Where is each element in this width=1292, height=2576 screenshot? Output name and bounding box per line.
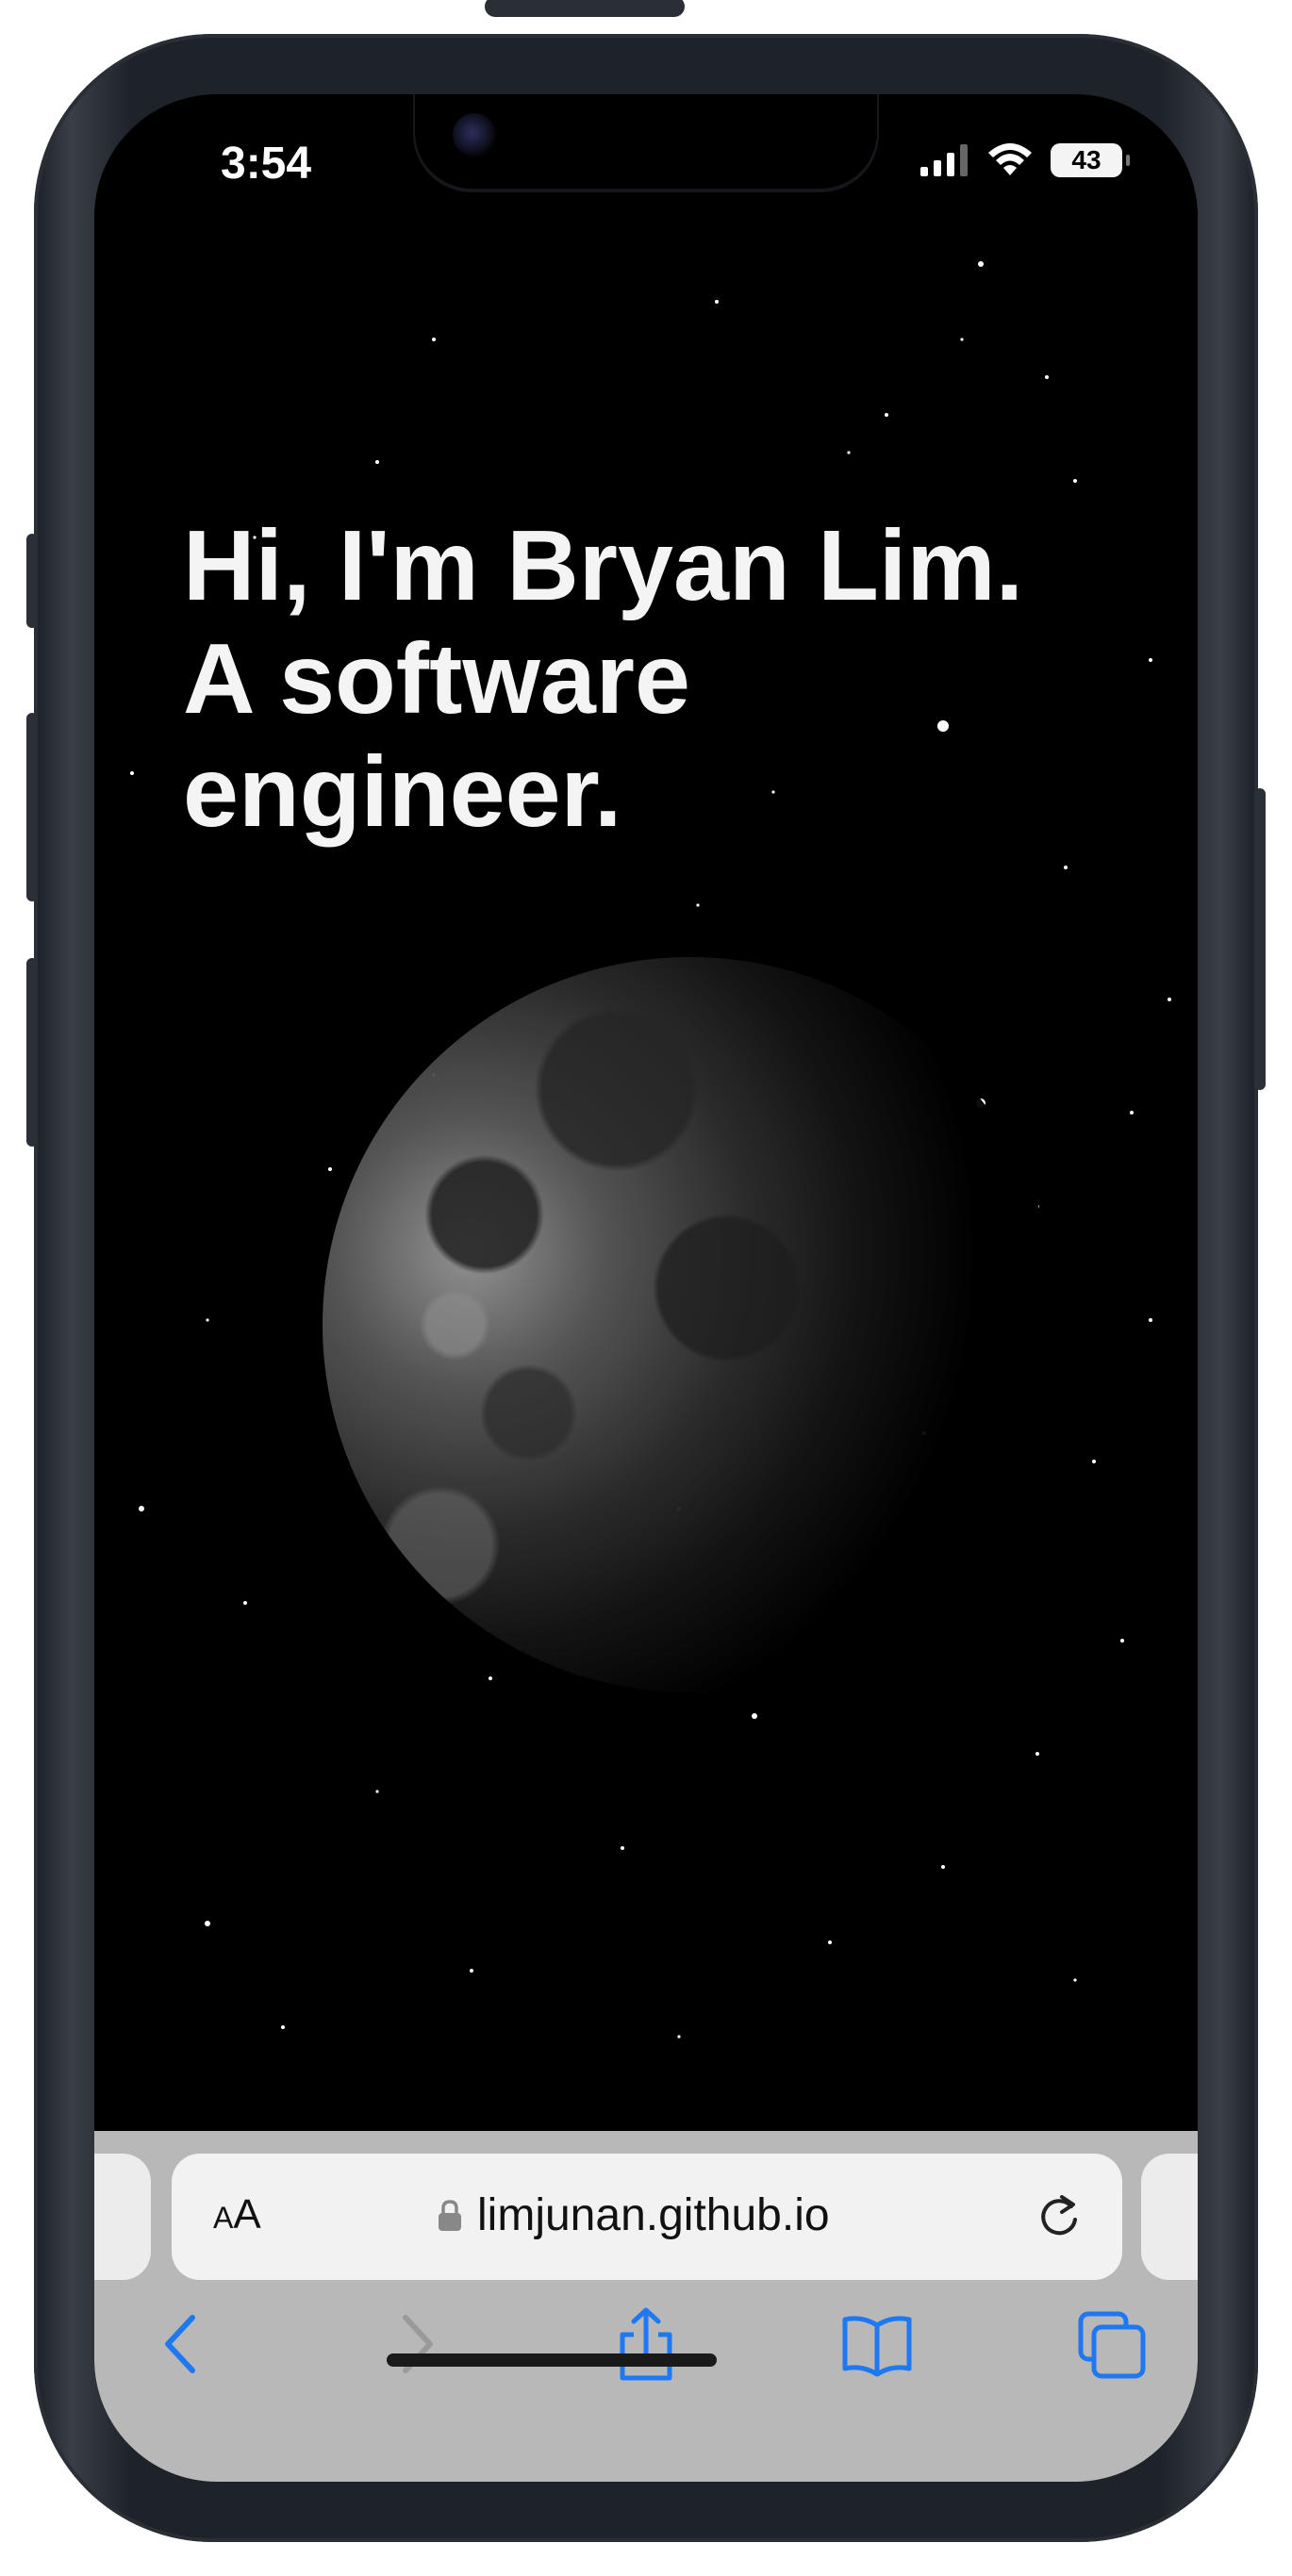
next-tab-card[interactable] bbox=[1141, 2154, 1198, 2280]
hero-line-1: Hi, I'm Bryan Lim. bbox=[183, 510, 1024, 621]
back-icon[interactable] bbox=[157, 2306, 204, 2382]
previous-tab-card[interactable] bbox=[94, 2154, 151, 2280]
bookmarks-icon[interactable] bbox=[839, 2306, 915, 2382]
hero-line-3: engineer. bbox=[183, 736, 622, 848]
moon-image bbox=[323, 957, 1058, 1693]
mute-switch bbox=[26, 534, 38, 628]
screen: 3:54 43 Hi, I'm Bryan Lim. A software en… bbox=[94, 94, 1198, 2482]
tabs-icon[interactable] bbox=[1075, 2306, 1151, 2382]
reload-icon[interactable] bbox=[1034, 2188, 1085, 2242]
cellular-signal-icon bbox=[920, 144, 968, 176]
status-time: 3:54 bbox=[221, 139, 312, 189]
address-bar[interactable]: AA limjunan.github.io bbox=[172, 2154, 1122, 2280]
home-indicator[interactable] bbox=[387, 2353, 717, 2367]
text-size-small-a: A bbox=[213, 2201, 234, 2235]
status-icons: 43 bbox=[920, 143, 1130, 177]
volume-down-button bbox=[26, 958, 38, 1147]
hero-title: Hi, I'm Bryan Lim. A software engineer. bbox=[183, 509, 1126, 849]
wifi-icon bbox=[988, 143, 1032, 175]
browser-chrome: AA limjunan.github.io bbox=[94, 2131, 1198, 2482]
text-size-large-a: A bbox=[233, 2191, 261, 2237]
battery-icon: 43 bbox=[1051, 143, 1130, 177]
power-button bbox=[1254, 788, 1266, 1090]
text-size-button[interactable]: AA bbox=[213, 2191, 261, 2238]
url-text: limjunan.github.io bbox=[477, 2190, 830, 2240]
url-display[interactable]: limjunan.github.io bbox=[438, 2189, 830, 2241]
front-camera bbox=[453, 113, 496, 157]
share-icon[interactable] bbox=[613, 2306, 679, 2382]
lock-icon bbox=[439, 2199, 461, 2231]
hero-line-2: A software bbox=[183, 623, 690, 735]
earpiece-speaker bbox=[485, 0, 685, 17]
volume-up-button bbox=[26, 713, 38, 901]
forward-icon[interactable] bbox=[394, 2306, 441, 2382]
